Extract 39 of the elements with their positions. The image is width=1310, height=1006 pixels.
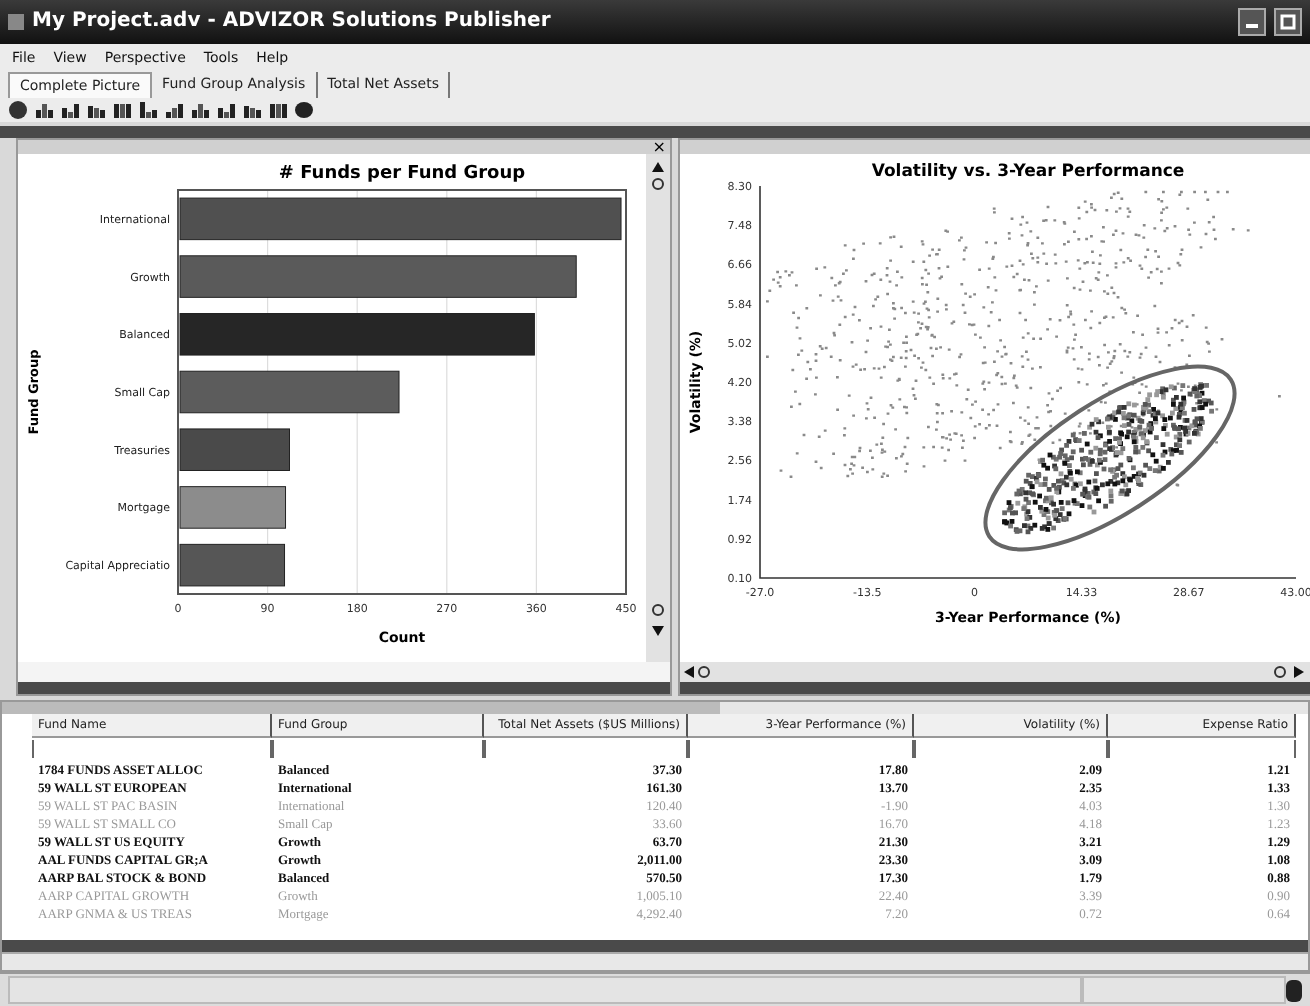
zoom-icon[interactable] bbox=[652, 178, 664, 191]
bar-chart-icon[interactable] bbox=[34, 100, 54, 121]
scrollbar-track[interactable] bbox=[2, 702, 1308, 715]
bar[interactable] bbox=[179, 486, 286, 530]
scroll-down-icon[interactable] bbox=[652, 626, 664, 637]
filter-field[interactable] bbox=[32, 740, 272, 759]
maximize-button[interactable] bbox=[1274, 7, 1302, 36]
scrollbar-track[interactable] bbox=[646, 154, 670, 663]
scroll-up-icon[interactable] bbox=[652, 162, 664, 173]
column-chart-icon[interactable] bbox=[86, 100, 106, 121]
scroll-right-icon[interactable] bbox=[1294, 666, 1304, 679]
grouped-bar-icon[interactable] bbox=[138, 100, 158, 121]
minimize-icon bbox=[1246, 24, 1258, 29]
bar[interactable] bbox=[179, 255, 577, 299]
bar[interactable] bbox=[179, 371, 400, 414]
chart-title: Volatility vs. 3-Year Performance bbox=[871, 162, 1185, 183]
filter-field[interactable] bbox=[688, 740, 914, 759]
chart-title: # Funds per Fund Group bbox=[278, 164, 526, 185]
scrollbar-track[interactable] bbox=[680, 662, 1310, 683]
filter-field[interactable] bbox=[914, 740, 1108, 759]
app-icon bbox=[8, 13, 24, 30]
zoom-icon[interactable] bbox=[698, 666, 710, 679]
bar[interactable] bbox=[179, 198, 622, 241]
filter-field[interactable] bbox=[1108, 740, 1296, 759]
selection-ellipse[interactable] bbox=[983, 365, 1237, 552]
window-title: My Project.adv - ADVIZOR Solutions Publisher bbox=[32, 10, 553, 33]
filter-field[interactable] bbox=[272, 740, 484, 759]
zoom-icon[interactable] bbox=[652, 604, 664, 617]
minimize-button[interactable] bbox=[1238, 7, 1266, 36]
close-button[interactable]: × bbox=[648, 140, 670, 155]
zoom-icon[interactable] bbox=[1274, 666, 1286, 679]
bar[interactable] bbox=[179, 313, 535, 357]
scrollbar-track[interactable] bbox=[2, 952, 1308, 971]
bar[interactable] bbox=[179, 428, 290, 472]
filter-field[interactable] bbox=[484, 740, 688, 759]
splitter-bar[interactable] bbox=[18, 682, 670, 695]
scroll-left-icon[interactable] bbox=[684, 666, 694, 679]
maximize-icon bbox=[1280, 13, 1296, 30]
splitter-bar[interactable] bbox=[2, 940, 1308, 953]
